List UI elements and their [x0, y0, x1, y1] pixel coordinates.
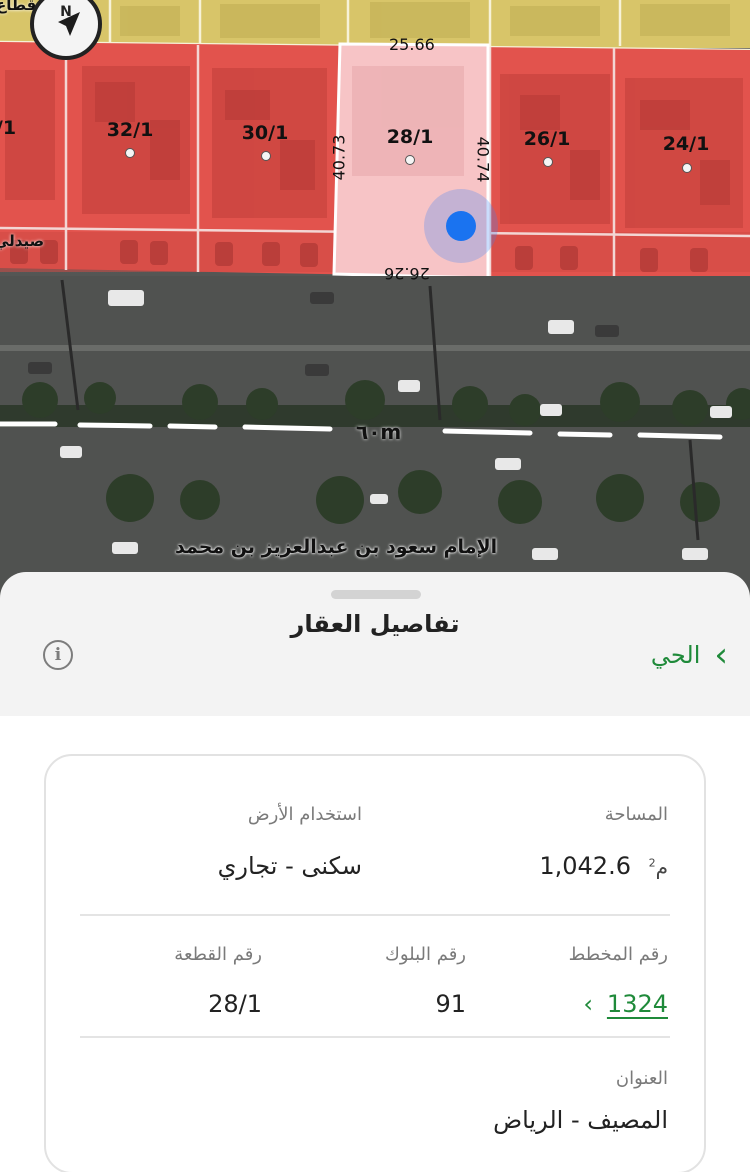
road-name-label: الإمام سعود بن عبدالعزيز بن محمد: [175, 536, 498, 558]
map-edge-label-left: صيدلي: [0, 232, 45, 250]
compass-button[interactable]: N: [30, 0, 102, 60]
current-location-marker[interactable]: [446, 211, 476, 241]
parcel-label-32: 32/1: [106, 119, 154, 141]
plot-label: رقم القطعة: [174, 944, 262, 965]
area-label: المساحة: [604, 804, 668, 825]
map-view[interactable]: 25.66 26.26 40.73 40.74 /1 32/1 30/1 28/…: [0, 0, 750, 600]
address-label: العنوان: [615, 1068, 668, 1089]
dimension-right: 40.74: [473, 136, 493, 183]
parcel-label-28: 28/1: [386, 126, 434, 148]
sheet-title: تفاصيل العقار: [290, 610, 460, 638]
sheet-drag-handle[interactable]: [331, 590, 421, 599]
plan-value-link[interactable]: ‹ 1324: [583, 990, 668, 1018]
neighborhood-label: الحي: [650, 641, 701, 669]
parcel-label-edge: /1: [0, 117, 17, 139]
chevron-right-icon: ›: [714, 635, 728, 675]
dimension-bottom: 26.26: [384, 264, 430, 283]
compass-arrow-icon: [58, 12, 80, 36]
dimension-left: 40.73: [329, 134, 349, 181]
parcel-label-30: 30/1: [241, 122, 289, 144]
plan-label: رقم المخطط: [568, 944, 668, 965]
area-unit: م2: [648, 855, 668, 879]
dimension-top: 25.66: [389, 35, 435, 54]
road-width-label: ٦٠m: [356, 420, 402, 444]
parcel-dot-26: [543, 157, 553, 167]
plot-value: 28/1: [208, 990, 262, 1018]
parcel-dot-24: [682, 163, 692, 173]
property-card: المساحة استخدام الأرض م2 1,042.6 سكنى - …: [44, 754, 706, 1172]
area-value: م2 1,042.6: [539, 852, 668, 880]
address-value: المصيف - الرياض: [493, 1106, 668, 1134]
parcel-dot-28: [405, 155, 415, 165]
parcel-dot-32: [125, 148, 135, 158]
parcel-dot-30: [261, 151, 271, 161]
parcel-label-24: 24/1: [662, 133, 710, 155]
land-use-value: سكنى - تجاري: [217, 852, 362, 880]
neighborhood-button[interactable]: › الحي: [650, 635, 728, 675]
chevron-left-icon: ‹: [583, 990, 593, 1018]
block-value: 91: [435, 990, 466, 1018]
land-use-label: استخدام الأرض: [247, 804, 362, 825]
info-icon[interactable]: i: [43, 640, 73, 670]
block-label: رقم البلوك: [384, 944, 466, 965]
map-canvas: [0, 0, 750, 600]
parcel-label-26: 26/1: [523, 128, 571, 150]
plan-number[interactable]: 1324: [607, 990, 668, 1018]
card-divider: [80, 1036, 670, 1038]
property-details-sheet: i تفاصيل العقار › الحي المساحة استخدام ا…: [0, 572, 750, 1172]
card-divider: [80, 914, 670, 916]
